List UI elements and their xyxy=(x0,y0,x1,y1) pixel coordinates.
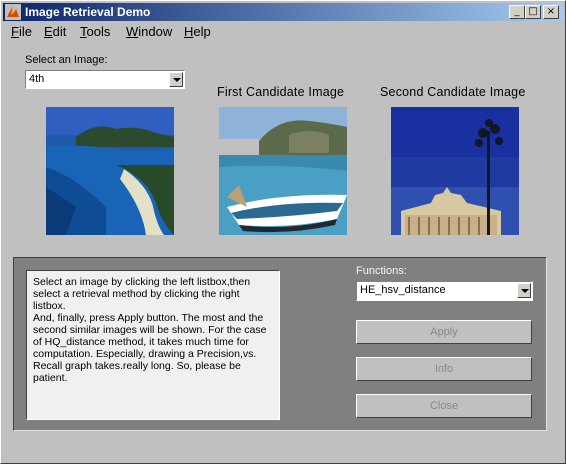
second-candidate-image xyxy=(391,107,519,235)
close-button[interactable]: Close xyxy=(356,394,532,418)
menu-window[interactable]: Window xyxy=(126,24,172,39)
first-candidate-heading: First Candidate Image xyxy=(217,85,345,99)
app-window: Image Retrieval Demo _ □ × File Edit Too… xyxy=(0,0,566,464)
functions-dropdown[interactable]: HE_hsv_distance xyxy=(356,281,533,301)
title-bar[interactable]: Image Retrieval Demo _ □ × xyxy=(3,3,563,21)
query-image xyxy=(46,107,174,235)
apply-button[interactable]: Apply xyxy=(356,320,532,344)
image-select-value: 4th xyxy=(29,73,45,85)
minimize-button[interactable]: _ xyxy=(509,5,525,19)
control-panel: Select an image by clicking the left lis… xyxy=(13,257,547,431)
first-candidate-image xyxy=(219,107,347,235)
functions-label: Functions: xyxy=(356,265,407,277)
instructions-text: Select an image by clicking the left lis… xyxy=(26,270,280,420)
menu-bar: File Edit Tools Window Help xyxy=(3,22,563,42)
functions-value: HE_hsv_distance xyxy=(360,284,446,296)
menu-edit[interactable]: Edit xyxy=(44,24,66,39)
menu-help[interactable]: Help xyxy=(184,24,211,39)
chevron-down-icon[interactable] xyxy=(169,72,183,87)
maximize-button[interactable]: □ xyxy=(525,5,541,19)
matlab-logo-icon xyxy=(5,4,21,20)
second-candidate-heading: Second Candidate Image xyxy=(380,85,526,99)
image-select-dropdown[interactable]: 4th xyxy=(25,70,185,89)
window-title: Image Retrieval Demo xyxy=(25,5,151,19)
info-button[interactable]: Info xyxy=(356,357,532,381)
chevron-down-icon[interactable] xyxy=(517,283,531,298)
menu-file[interactable]: File xyxy=(11,24,32,39)
image-select-label: Select an Image: xyxy=(25,54,108,66)
close-window-button[interactable]: × xyxy=(543,5,559,19)
menu-tools[interactable]: Tools xyxy=(80,24,110,39)
